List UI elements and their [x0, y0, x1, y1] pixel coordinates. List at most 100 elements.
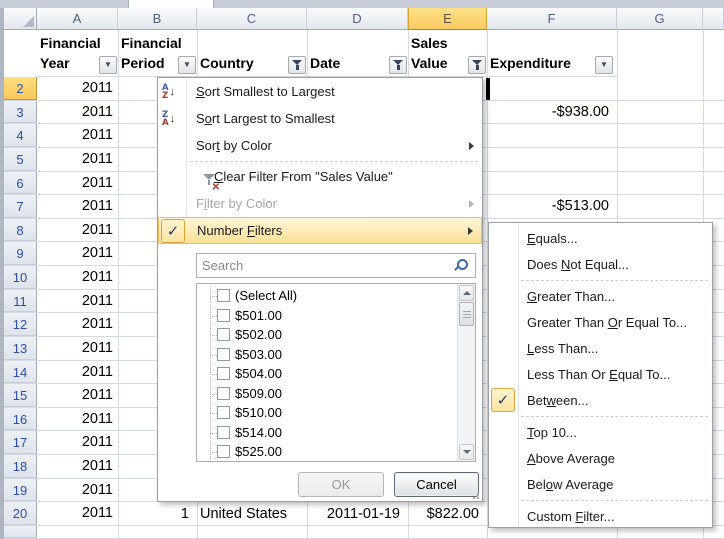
column-title-country[interactable]: Country [197, 30, 307, 77]
column-title-value[interactable]: SalesValue [408, 30, 487, 77]
menu-item-filter-by-color[interactable]: Filter by Color [158, 190, 482, 217]
filter-value-option[interactable]: $502.00 [197, 325, 475, 345]
row-header-2[interactable]: 2 [4, 77, 37, 100]
menu-item-top-10[interactable]: Top 10... [489, 419, 712, 445]
filter-dropdown-button[interactable]: ▼ [99, 56, 117, 74]
cell-A13[interactable]: 2011 [37, 337, 118, 360]
cell-A14[interactable]: 2011 [37, 361, 118, 384]
row-header-16[interactable]: 16 [4, 408, 37, 431]
cell-A16[interactable]: 2011 [37, 408, 118, 431]
ok-button[interactable]: OK [298, 472, 384, 497]
column-header-d[interactable]: D [307, 8, 408, 30]
row-header-17[interactable]: 17 [4, 431, 37, 454]
row-header-10[interactable]: 10 [4, 266, 37, 289]
row-header-5[interactable]: 5 [4, 148, 37, 171]
search-input[interactable] [197, 254, 475, 277]
list-scrollbar[interactable] [457, 284, 475, 461]
column-header-g[interactable]: G [617, 8, 703, 30]
row-header-7[interactable]: 7 [4, 195, 37, 218]
row-header-6[interactable]: 6 [4, 172, 37, 195]
menu-item-sort-largest-to-smallest[interactable]: ZA↓Sort Largest to Smallest [158, 105, 482, 132]
row-header-8[interactable]: 8 [4, 219, 37, 242]
cancel-button[interactable]: Cancel [394, 472, 479, 497]
value-checkbox[interactable] [217, 367, 230, 380]
value-checkbox[interactable] [217, 328, 230, 341]
row-header-13[interactable]: 13 [4, 337, 37, 360]
cell-A18[interactable]: 2011 [37, 455, 118, 478]
row-header-3[interactable]: 3 [4, 101, 37, 124]
cell-A8[interactable]: 2011 [37, 219, 118, 242]
filter-dropdown-button[interactable]: ▼ [178, 56, 196, 74]
menu-item-greater-than-or-equal-to[interactable]: Greater Than Or Equal To... [489, 309, 712, 335]
resize-grip[interactable] [469, 489, 479, 499]
select-all-corner[interactable] [4, 8, 37, 30]
filter-value-option[interactable]: $525.00 [197, 442, 475, 462]
menu-item-equals[interactable]: Equals... [489, 225, 712, 251]
cell-A17[interactable]: 2011 [37, 431, 118, 454]
column-title-expenditure[interactable]: Expenditure▼ [487, 30, 617, 77]
cell-A7[interactable]: 2011 [37, 195, 118, 218]
row-header-20[interactable]: 20 [4, 502, 37, 525]
filter-applied-button[interactable] [389, 56, 407, 74]
cell-A5[interactable]: 2011 [37, 148, 118, 171]
scrollbar-thumb[interactable] [459, 302, 474, 326]
column-title-date[interactable]: Date [307, 30, 408, 77]
column-header-c[interactable]: C [197, 8, 307, 30]
filter-value-option[interactable]: $514.00 [197, 423, 475, 443]
cell-A11[interactable]: 2011 [37, 290, 118, 313]
value-checkbox[interactable] [217, 426, 230, 439]
cell-D20[interactable]: 2011-01-19 [307, 503, 405, 527]
menu-item-custom-filter[interactable]: Custom Filter... [489, 503, 712, 529]
row-header-12[interactable]: 12 [4, 313, 37, 336]
row-header-11[interactable]: 11 [4, 290, 37, 313]
cell-A6[interactable]: 2011 [37, 172, 118, 195]
menu-item-less-than[interactable]: Less Than... [489, 335, 712, 361]
cell-A2[interactable]: 2011 [37, 77, 118, 100]
cell-A3[interactable]: 2011 [37, 101, 118, 124]
column-title-year[interactable]: FinancialYear▼ [37, 30, 118, 77]
menu-item-below-average[interactable]: Below Average [489, 471, 712, 497]
cell-A15[interactable]: 2011 [37, 384, 118, 407]
value-checkbox[interactable] [217, 387, 230, 400]
column-header-a[interactable]: A [37, 8, 118, 30]
menu-item-clear-filter-from-sales-value[interactable]: ✕Clear Filter From "Sales Value" [158, 163, 482, 190]
value-checkbox[interactable] [217, 309, 230, 322]
filter-value-option[interactable]: $510.00 [197, 403, 475, 423]
cell-A4[interactable]: 2011 [37, 124, 118, 147]
row-header-9[interactable]: 9 [4, 242, 37, 265]
column-header-b[interactable]: B [118, 8, 197, 30]
menu-item-greater-than[interactable]: Greater Than... [489, 283, 712, 309]
filter-value-option[interactable]: $509.00 [197, 384, 475, 404]
cell-E20[interactable]: $822.00 [408, 503, 484, 527]
filter-applied-button[interactable] [288, 56, 306, 74]
column-header-e[interactable]: E [408, 8, 487, 30]
filter-value-option[interactable]: $501.00 [197, 306, 475, 326]
cell-A20[interactable]: 2011 [37, 502, 118, 525]
column-header-f[interactable]: F [487, 8, 617, 30]
cell-A9[interactable]: 2011 [37, 242, 118, 265]
menu-item-less-than-or-equal-to[interactable]: Less Than Or Equal To... [489, 361, 712, 387]
search-icon[interactable] [456, 259, 468, 271]
cell-B20[interactable]: 1 [118, 503, 194, 527]
scroll-up-button[interactable] [459, 285, 474, 301]
value-checkbox[interactable] [217, 406, 230, 419]
cell-F7[interactable]: -$513.00 [487, 195, 614, 219]
menu-item-above-average[interactable]: Above Average [489, 445, 712, 471]
row-header-19[interactable]: 19 [4, 479, 37, 502]
menu-item-number-filters[interactable]: ✓Number Filters [158, 217, 482, 244]
column-title-period[interactable]: FinancialPeriod▼ [118, 30, 197, 77]
filter-applied-button[interactable] [468, 56, 486, 74]
row-header-18[interactable]: 18 [4, 455, 37, 478]
filter-value-option[interactable]: (Select All) [197, 286, 475, 306]
cell-C20[interactable]: United States [197, 503, 305, 527]
row-header-14[interactable]: 14 [4, 361, 37, 384]
value-checkbox[interactable] [217, 348, 230, 361]
scroll-down-button[interactable] [459, 444, 474, 460]
filter-dropdown-button[interactable]: ▼ [595, 56, 613, 74]
row-header-15[interactable]: 15 [4, 384, 37, 407]
menu-item-between[interactable]: ✓Between... [489, 387, 712, 413]
row-header-4[interactable]: 4 [4, 124, 37, 147]
cell-A19[interactable]: 2011 [37, 479, 118, 502]
value-checkbox[interactable] [217, 445, 230, 458]
cell-A12[interactable]: 2011 [37, 313, 118, 336]
